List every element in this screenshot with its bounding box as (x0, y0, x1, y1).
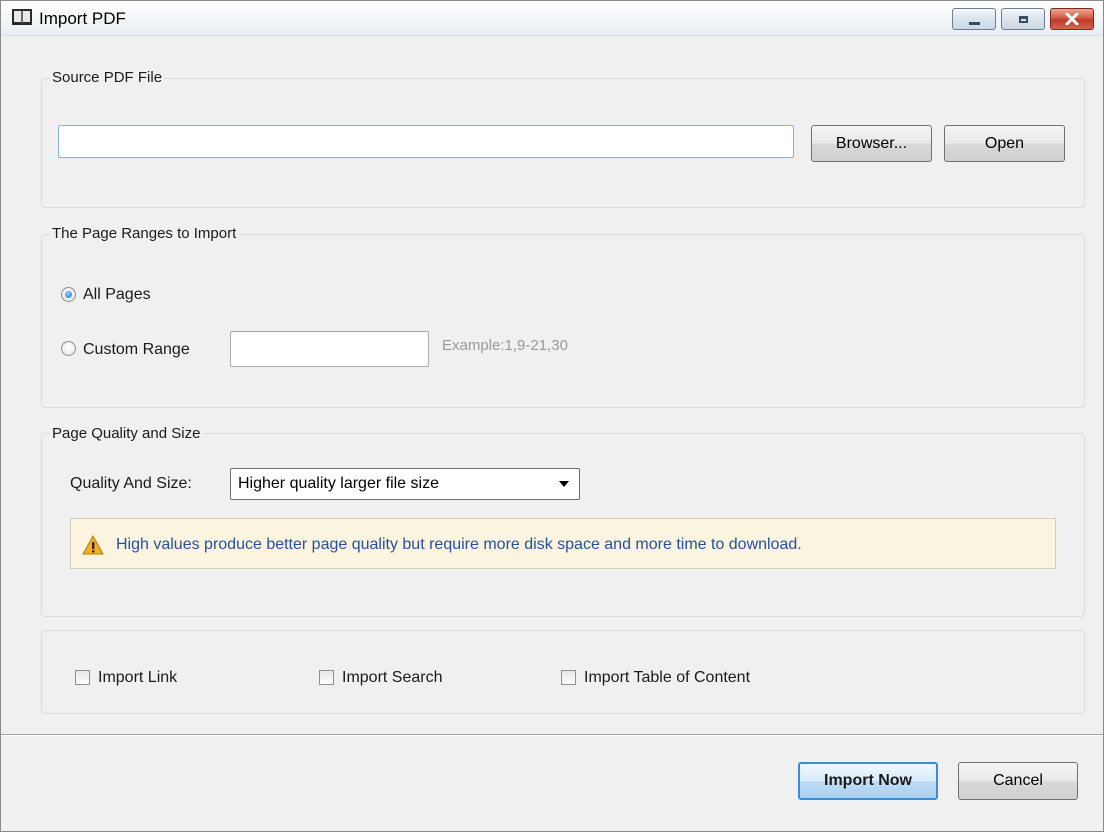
page-range-group-title: The Page Ranges to Import (50, 225, 239, 242)
minimize-icon (968, 21, 980, 25)
source-pdf-group-title: Source PDF File (50, 69, 165, 86)
window-title: Import PDF (39, 9, 126, 28)
minimize-button[interactable] (952, 8, 996, 30)
chevron-down-icon[interactable] (559, 481, 569, 487)
import-now-button[interactable]: Import Now (798, 762, 938, 800)
quality-warning-box: High values produce better page quality … (70, 518, 1056, 569)
all-pages-radio[interactable] (61, 287, 76, 302)
page-range-group (41, 234, 1085, 408)
range-example-hint: Example:1,9-21,30 (442, 337, 568, 354)
quality-size-group-title: Page Quality and Size (50, 425, 203, 442)
quality-size-label: Quality And Size: (70, 475, 192, 492)
import-search-label[interactable]: Import Search (342, 669, 442, 687)
footer-separator (1, 734, 1103, 736)
close-button[interactable] (1050, 8, 1094, 30)
import-search-checkbox[interactable] (319, 670, 334, 685)
import-toc-label[interactable]: Import Table of Content (584, 669, 750, 687)
quality-size-select[interactable]: Higher quality larger file size (230, 468, 580, 500)
all-pages-label[interactable]: All Pages (83, 286, 151, 304)
custom-range-input[interactable] (230, 331, 429, 367)
custom-range-label[interactable]: Custom Range (83, 341, 190, 359)
pdf-path-input[interactable] (58, 125, 794, 158)
custom-range-radio[interactable] (61, 341, 76, 356)
maximize-button[interactable] (1001, 8, 1045, 30)
import-toc-checkbox[interactable] (561, 670, 576, 685)
import-link-checkbox[interactable] (75, 670, 90, 685)
quality-warning-text: High values produce better page quality … (116, 536, 802, 553)
quality-size-selected-value: Higher quality larger file size (238, 475, 439, 492)
browse-button[interactable]: Browser... (811, 125, 932, 162)
title-bar[interactable]: Import PDF (1, 1, 1103, 36)
warning-icon (82, 535, 104, 555)
book-icon (12, 9, 32, 25)
import-pdf-dialog: Import PDF Source PDF File Browser... Op… (0, 0, 1104, 832)
cancel-button[interactable]: Cancel (958, 762, 1078, 800)
close-icon (1065, 13, 1079, 25)
maximize-icon (1018, 15, 1028, 23)
import-link-label[interactable]: Import Link (98, 669, 177, 687)
open-button[interactable]: Open (944, 125, 1065, 162)
